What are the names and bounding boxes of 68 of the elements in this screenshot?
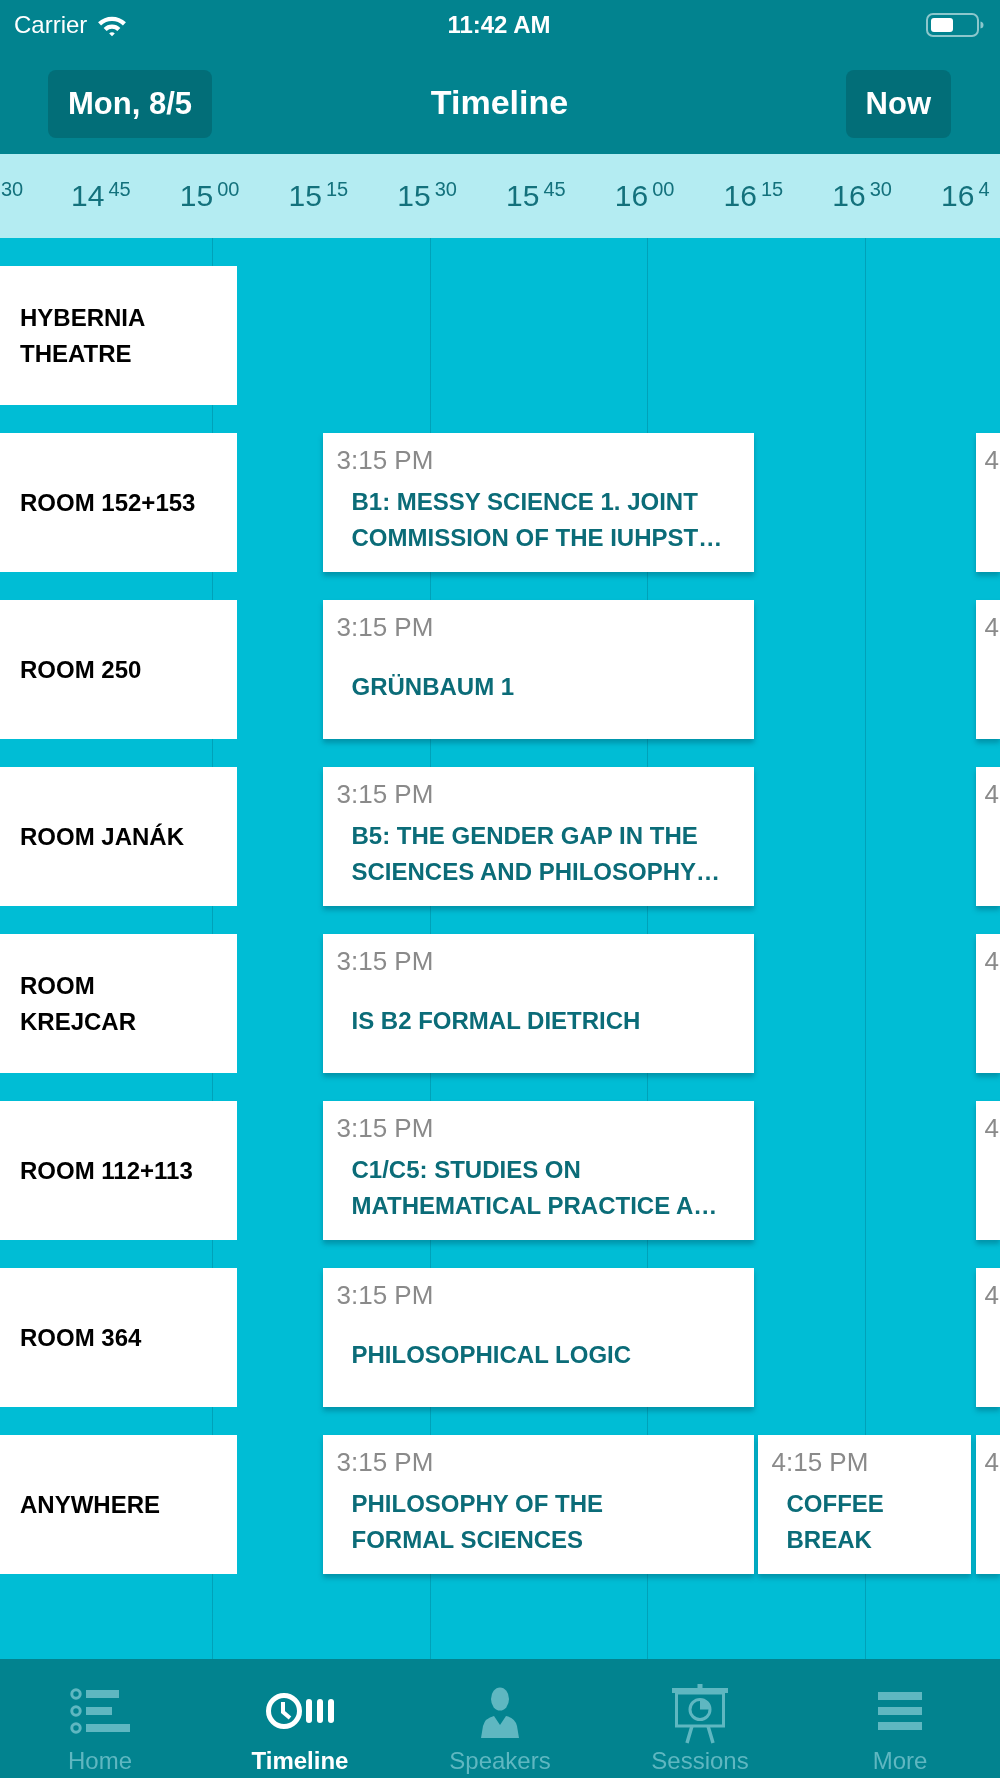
- session-time: 4: [984, 1447, 999, 1477]
- session-title: B5: THE GENDER GAP IN THE SCIENCES AND PHILOSOPHY…: [351, 820, 720, 887]
- room-label: ROOM 112+113: [0, 1101, 237, 1240]
- session-card[interactable]: 4:15 PM COFFEE BREAK: [757, 1435, 971, 1574]
- time-tick-label: 15$^{15}$: [288, 179, 349, 212]
- person-icon: [480, 1686, 520, 1738]
- time-tick-label: 15$^{00}$: [179, 179, 240, 212]
- session-card[interactable]: 3:15 PM PHILOSOPHY OF THE FORMAL SCIENCES: [322, 1435, 754, 1574]
- session-time: 4: [984, 779, 999, 809]
- date-button[interactable]: Mon, 8/5: [48, 70, 212, 138]
- session-time: 4: [984, 946, 999, 976]
- tab-button[interactable]: Timeline: [200, 1659, 400, 1778]
- session-card[interactable]: 4: [975, 767, 1000, 906]
- session-card[interactable]: 4: [975, 1268, 1000, 1407]
- session-title: C1/C5: STUDIES ON MATHEMATICAL PRACTICE A…: [351, 1154, 718, 1221]
- session-time: 3:15 PM: [336, 946, 434, 976]
- room-label: ROOM 364: [0, 1268, 237, 1407]
- session-time: 3:15 PM: [336, 1113, 434, 1143]
- session-card[interactable]: 4: [975, 600, 1000, 739]
- time-tick-label: 15$^{30}$: [397, 179, 457, 212]
- session-time: 4: [984, 1280, 999, 1310]
- session-card[interactable]: 3:15 PM C1/C5: STUDIES ON MATHEMATICAL PRACTICE A…: [322, 1101, 754, 1240]
- session-time: 3:15 PM: [336, 1280, 434, 1310]
- carrier-label: Carrier: [14, 11, 88, 39]
- session-time: 3:15 PM: [336, 779, 434, 809]
- presentation-board-icon: [672, 1684, 728, 1744]
- session-time: 3:15 PM: [336, 612, 434, 642]
- session-card[interactable]: 3:15 PM GRÜNBAUM 1: [322, 600, 754, 739]
- session-card[interactable]: 3:15 PM B1: MESSY SCIENCE 1. JOINT COMMISSION OF THE IUHPST…: [322, 433, 754, 572]
- time-tick-label: 30: [0, 179, 24, 202]
- battery-icon: [926, 13, 984, 37]
- session-card[interactable]: 4: [975, 433, 1000, 572]
- session-time: 4: [984, 445, 999, 475]
- room-label: ANYWHERE: [0, 1435, 237, 1574]
- now-button[interactable]: Now: [845, 70, 951, 138]
- session-time: 4: [984, 1113, 999, 1143]
- session-card[interactable]: 3:15 PM IS B2 FORMAL DIETRICH: [322, 934, 754, 1073]
- clock-time: 11:42 AM: [447, 11, 551, 39]
- session-card[interactable]: 4: [975, 1101, 1000, 1240]
- session-title: COFFEE BREAK: [786, 1488, 884, 1555]
- session-time: 3:15 PM: [336, 445, 434, 475]
- room-label: ROOM KREJCAR: [0, 934, 237, 1073]
- session-title: PHILOSOPHICAL LOGIC: [351, 1339, 632, 1370]
- room-label: ROOM 250: [0, 600, 237, 739]
- time-tick-label: 16$^{4}$: [941, 179, 990, 212]
- menu-icon: [878, 1692, 922, 1730]
- session-title: PHILOSOPHY OF THE FORMAL SCIENCES: [351, 1488, 604, 1555]
- clock-icon: [265, 1692, 335, 1730]
- room-label: ROOM 152+153: [0, 433, 237, 572]
- time-tick-label: 16$^{30}$: [832, 179, 892, 212]
- session-time: 3:15 PM: [336, 1447, 434, 1477]
- session-time: 4: [984, 612, 999, 642]
- time-tick-label: 16$^{00}$: [614, 179, 675, 212]
- room-label: HYBERNIA THEATRE: [0, 266, 237, 405]
- session-time: 4:15 PM: [771, 1447, 869, 1477]
- session-card[interactable]: 3:15 PM B5: THE GENDER GAP IN THE SCIENCES AND PHILOSOPHY…: [322, 767, 754, 906]
- session-title: IS B2 FORMAL DIETRICH: [351, 1005, 641, 1036]
- session-card[interactable]: 3:15 PM PHILOSOPHICAL LOGIC: [322, 1268, 754, 1407]
- session-card[interactable]: 4: [975, 934, 1000, 1073]
- session-title: B1: MESSY SCIENCE 1. JOINT COMMISSION OF THE IUHPST…: [351, 486, 723, 553]
- session-card[interactable]: 4: [975, 1435, 1000, 1574]
- list-icon: [70, 1688, 130, 1734]
- time-tick-label: 15$^{45}$: [506, 179, 566, 212]
- room-label: ROOM JANÁK: [0, 767, 237, 906]
- screen-title: Timeline: [430, 82, 569, 122]
- session-title: GRÜNBAUM 1: [351, 671, 515, 702]
- time-tick-label: 16$^{15}$: [723, 179, 784, 212]
- time-tick-label: 14$^{45}$: [71, 179, 131, 212]
